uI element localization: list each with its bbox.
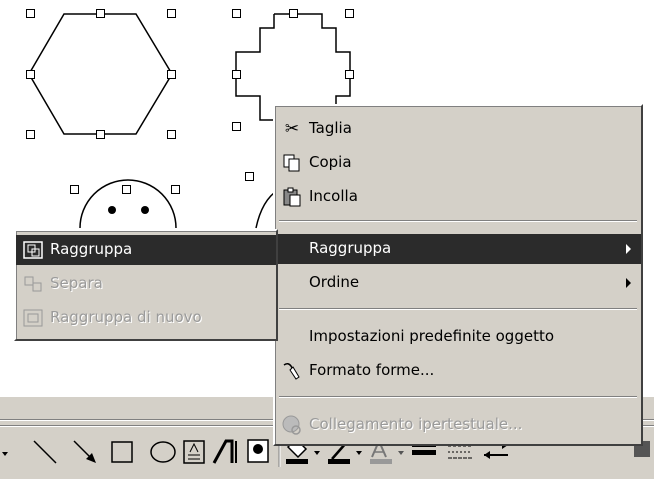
- selection-handle[interactable]: [26, 9, 35, 18]
- submenu-item-label: Raggruppa di nuovo: [50, 308, 202, 326]
- hyperlink-icon: [281, 414, 303, 436]
- scissors-icon: ✂: [284, 119, 300, 139]
- menu-item-label: Collegamento ipertestuale...: [309, 415, 523, 433]
- line-tool-icon: [33, 440, 57, 464]
- menu-item-order[interactable]: Ordine: [275, 268, 641, 298]
- group-icon: [22, 239, 44, 261]
- selection-handle[interactable]: [345, 70, 354, 79]
- menu-item-label: Ordine: [309, 273, 360, 291]
- menu-item-label: Impostazioni predefinite oggetto: [309, 327, 555, 345]
- wordart-tool-icon: [212, 439, 234, 464]
- menu-item-label: Incolla: [309, 187, 358, 205]
- menu-item-cut[interactable]: ✂ Taglia: [275, 114, 641, 144]
- selection-handle[interactable]: [70, 185, 79, 194]
- menu-item-group[interactable]: Raggruppa: [275, 234, 641, 264]
- hexagon-shape[interactable]: [28, 13, 173, 135]
- selection-handle[interactable]: [167, 130, 176, 139]
- selection-handle[interactable]: [289, 9, 298, 18]
- rectangle-tool-icon: [111, 441, 133, 463]
- submenu-item-group[interactable]: Raggruppa: [16, 235, 276, 265]
- menu-item-paste[interactable]: Incolla: [275, 182, 641, 212]
- selection-handle[interactable]: [26, 130, 35, 139]
- ungroup-icon: [22, 273, 44, 295]
- selection-handle[interactable]: [171, 185, 180, 194]
- copy-icon: [281, 152, 303, 174]
- menu-item-format-shape[interactable]: Formato forme...: [275, 356, 641, 386]
- selection-handle[interactable]: [232, 70, 241, 79]
- selection-handle[interactable]: [245, 172, 254, 181]
- submenu-arrow-icon: [626, 278, 631, 288]
- submenu-item-ungroup[interactable]: Separa: [16, 269, 276, 299]
- menu-item-default-object[interactable]: Impostazioni predefinite oggetto: [275, 322, 641, 352]
- menu-item-hyperlink[interactable]: Collegamento ipertestuale...: [275, 410, 641, 440]
- menu-item-copy[interactable]: Copia: [275, 148, 641, 178]
- paste-icon: [281, 186, 303, 208]
- selection-handle[interactable]: [232, 9, 241, 18]
- submenu-item-regroup[interactable]: Raggruppa di nuovo: [16, 303, 276, 333]
- submenu-item-label: Separa: [50, 274, 103, 292]
- menu-item-label: Taglia: [309, 119, 352, 137]
- cross-shape[interactable]: [235, 14, 275, 121]
- context-menu: ✂ Taglia Copia Incolla Raggruppa Ordine …: [273, 104, 643, 446]
- group-submenu: Raggruppa Separa Raggruppa di nuovo: [14, 229, 278, 341]
- menu-item-label: Raggruppa: [309, 239, 392, 257]
- ellipse-tool-icon: [150, 441, 176, 463]
- regroup-icon: [22, 307, 44, 329]
- selection-handle[interactable]: [122, 185, 131, 194]
- selection-handle[interactable]: [232, 122, 241, 131]
- selection-handle[interactable]: [96, 9, 105, 18]
- selection-handle[interactable]: [167, 70, 176, 79]
- submenu-arrow-icon: [626, 244, 631, 254]
- selection-handle[interactable]: [345, 9, 354, 18]
- submenu-item-label: Raggruppa: [50, 240, 133, 258]
- selection-handle[interactable]: [26, 70, 35, 79]
- menu-item-label: Formato forme...: [309, 361, 435, 379]
- format-shape-icon: [281, 360, 303, 382]
- menu-item-label: Copia: [309, 153, 352, 171]
- selection-handle[interactable]: [167, 9, 176, 18]
- selection-handle[interactable]: [96, 130, 105, 139]
